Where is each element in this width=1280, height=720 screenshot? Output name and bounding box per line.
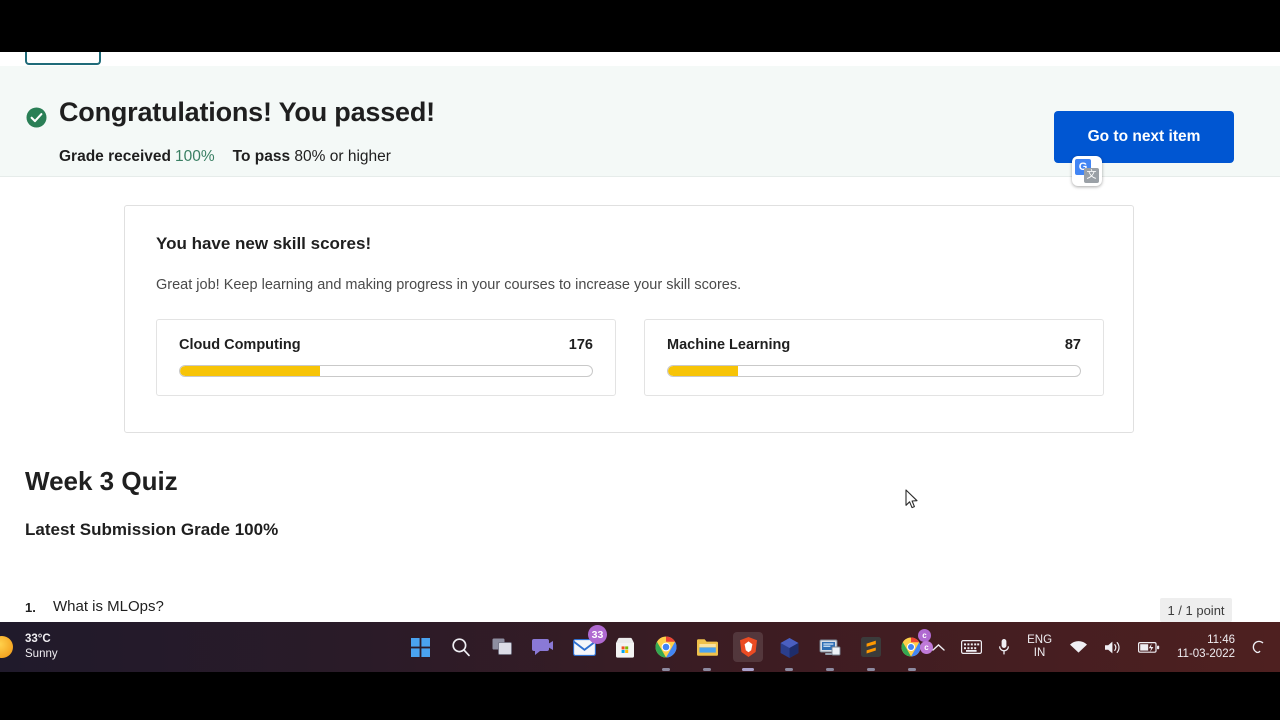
skill-item: Cloud Computing 176: [156, 319, 616, 396]
question-text: What is MLOps?: [53, 598, 164, 615]
skill-name: Cloud Computing: [179, 337, 301, 353]
skill-scores-description: Great job! Keep learning and making prog…: [156, 277, 742, 293]
chrome-app-button[interactable]: c c: [897, 629, 933, 671]
region-code: IN: [1033, 647, 1046, 659]
clock[interactable]: 11:46 11-03-2022: [1168, 622, 1244, 672]
skill-progress-fill: [180, 366, 321, 376]
running-indicator: [867, 668, 875, 671]
chrome-button[interactable]: [651, 632, 681, 671]
tray-date: 11-03-2022: [1177, 648, 1235, 660]
skill-name: Machine Learning: [667, 337, 791, 353]
mouse-pointer: [905, 489, 919, 510]
running-indicator: [662, 668, 670, 671]
mail-button[interactable]: 33: [569, 625, 607, 662]
remote-desktop-button[interactable]: [815, 632, 845, 671]
tray-time: 11:46: [1207, 633, 1235, 646]
chat-button[interactable]: [528, 632, 558, 662]
sun-icon: [0, 636, 13, 658]
weather-widget[interactable]: 33°C Sunny: [0, 628, 58, 666]
question-number: 1.: [25, 600, 36, 615]
search-button[interactable]: [446, 632, 476, 662]
skill-score: 87: [1064, 337, 1081, 353]
mail-badge-count: 33: [588, 625, 607, 644]
store-button[interactable]: [610, 632, 640, 662]
to-pass-value: 80% or higher: [294, 148, 391, 165]
check-circle-icon: [26, 107, 47, 128]
latest-submission-grade: Latest Submission Grade 100%: [25, 520, 279, 539]
task-view-button[interactable]: [487, 632, 517, 662]
grade-received-label: Grade received: [59, 148, 172, 165]
page-title: Week 3 Quiz: [25, 466, 178, 496]
skill-progress-track: [667, 365, 1081, 377]
translate-target-glyph: 文: [1084, 168, 1099, 183]
battery-charging-icon[interactable]: [1130, 622, 1168, 672]
bottom-letterbox: [0, 672, 1280, 720]
keyboard-icon[interactable]: [953, 622, 990, 672]
active-indicator: [742, 668, 754, 671]
running-indicator: [908, 668, 916, 671]
skill-score: 176: [568, 337, 593, 353]
system-tray: ENG IN 11:46 11-03-2022: [924, 622, 1274, 672]
question-points-badge: 1 / 1 point: [1160, 598, 1232, 622]
notification-bell-icon[interactable]: [1244, 622, 1274, 672]
taskbar-app-icons: 33 c c: [405, 622, 933, 672]
grade-received-value: 100%: [175, 148, 215, 165]
file-explorer-button[interactable]: [692, 632, 722, 671]
speaker-icon[interactable]: [1096, 622, 1130, 672]
language-indicator[interactable]: ENG IN: [1018, 622, 1061, 672]
language-code: ENG: [1027, 634, 1053, 647]
wifi-icon[interactable]: [1061, 622, 1096, 672]
microphone-icon[interactable]: [990, 622, 1018, 672]
sublime-text-button[interactable]: [856, 632, 886, 671]
page-viewport: Congratulations! You passed! Grade recei…: [0, 52, 1280, 622]
weather-temperature: 33°C: [25, 633, 51, 646]
running-indicator: [703, 668, 711, 671]
skill-item: Machine Learning 87: [644, 319, 1104, 396]
running-indicator: [785, 668, 793, 671]
brave-button[interactable]: [733, 632, 763, 671]
start-button[interactable]: [405, 632, 435, 662]
skill-progress-fill: [668, 366, 739, 376]
grade-summary: Grade received 100% To pass 80% or higher: [59, 148, 391, 166]
windows-taskbar: 33°C Sunny 33 c c ENG IN 11:46 11-03-202…: [0, 622, 1280, 672]
weather-condition: Sunny: [25, 648, 58, 660]
skill-scores-card: You have new skill scores! Great job! Ke…: [124, 205, 1134, 433]
skill-progress-track: [179, 365, 593, 377]
chevron-up-icon[interactable]: [924, 622, 953, 672]
focused-tab-remnant[interactable]: [25, 52, 101, 65]
virtualbox-button[interactable]: [774, 632, 804, 671]
pass-banner-title: Congratulations! You passed!: [59, 97, 435, 127]
skill-scores-title: You have new skill scores!: [156, 234, 372, 253]
running-indicator: [826, 668, 834, 671]
google-translate-icon[interactable]: G 文: [1072, 156, 1102, 186]
to-pass-label: To pass: [232, 148, 291, 165]
browser-chrome-cutoff: [0, 0, 1280, 52]
